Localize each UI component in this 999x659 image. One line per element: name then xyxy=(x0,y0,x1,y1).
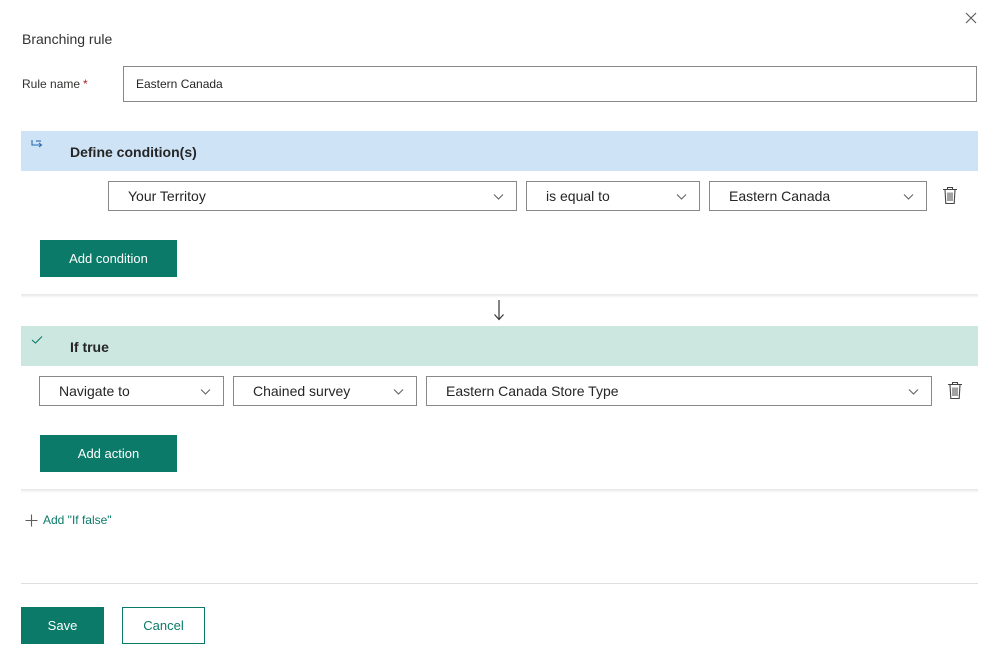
trash-icon xyxy=(943,186,957,205)
chevron-down-icon xyxy=(903,194,914,200)
action-type-dropdown[interactable]: Navigate to xyxy=(39,376,224,406)
rule-name-label-text: Rule name xyxy=(22,77,81,91)
condition-section-header: Define condition(s) xyxy=(21,131,978,171)
add-condition-button[interactable]: Add condition xyxy=(40,240,177,277)
action-type-value: Navigate to xyxy=(59,383,130,399)
chevron-down-icon xyxy=(393,389,404,395)
condition-value-dropdown[interactable]: Eastern Canada xyxy=(709,181,927,211)
dialog-title: Branching rule xyxy=(22,31,113,47)
cancel-button[interactable]: Cancel xyxy=(122,607,205,644)
save-button[interactable]: Save xyxy=(21,607,104,644)
action-target-value: Eastern Canada Store Type xyxy=(446,383,619,399)
action-target-dropdown[interactable]: Eastern Canada Store Type xyxy=(426,376,932,406)
rule-name-label: Rule name * xyxy=(22,77,88,91)
delete-action-button[interactable] xyxy=(947,381,963,400)
add-action-button[interactable]: Add action xyxy=(40,435,177,472)
add-if-false-label: Add "If false" xyxy=(43,513,112,527)
close-button[interactable] xyxy=(962,9,980,27)
chevron-down-icon xyxy=(200,389,211,395)
chevron-down-icon xyxy=(676,194,687,200)
delete-condition-button[interactable] xyxy=(942,186,958,205)
condition-operator-dropdown[interactable]: is equal to xyxy=(526,181,700,211)
required-mark: * xyxy=(83,77,88,91)
action-target-type-dropdown[interactable]: Chained survey xyxy=(233,376,417,406)
footer-divider xyxy=(21,583,978,584)
chevron-down-icon xyxy=(908,389,919,395)
if-true-section-title: If true xyxy=(70,339,109,355)
add-if-false-link[interactable]: Add "If false" xyxy=(25,513,112,527)
chevron-down-icon xyxy=(493,194,504,200)
branch-icon xyxy=(31,140,43,148)
close-icon xyxy=(965,12,977,24)
condition-field-value: Your Territoy xyxy=(128,188,206,204)
arrow-down-icon xyxy=(494,300,504,321)
check-icon xyxy=(31,336,43,344)
condition-panel-divider xyxy=(21,294,978,298)
if-true-panel-divider xyxy=(21,489,978,493)
condition-value-text: Eastern Canada xyxy=(729,188,831,204)
rule-name-input[interactable] xyxy=(123,66,977,102)
condition-field-dropdown[interactable]: Your Territoy xyxy=(108,181,517,211)
condition-operator-value: is equal to xyxy=(546,188,610,204)
trash-icon xyxy=(948,381,962,400)
action-target-type-value: Chained survey xyxy=(253,383,351,399)
plus-icon xyxy=(25,514,38,526)
condition-section-title: Define condition(s) xyxy=(70,144,197,160)
if-true-section-header: If true xyxy=(21,326,978,366)
